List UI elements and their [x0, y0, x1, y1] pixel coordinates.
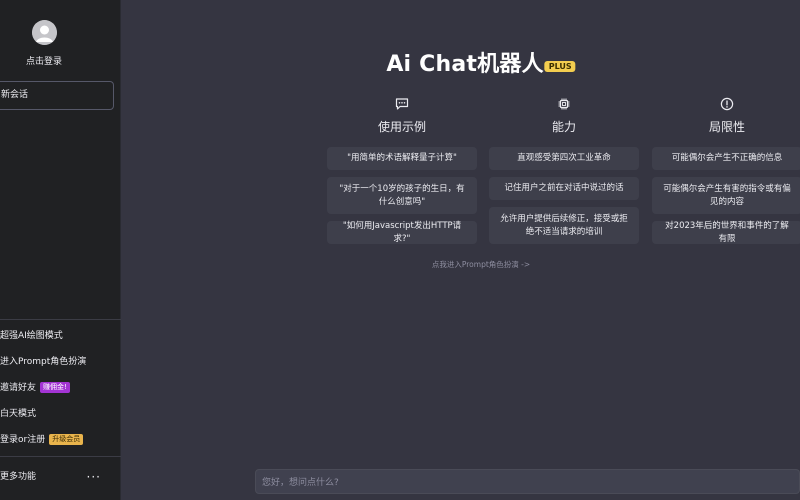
upgrade-badge: 升级会员: [49, 434, 84, 445]
example-card[interactable]: "如何用Javascript发出HTTP请求?": [327, 221, 477, 244]
example-card[interactable]: "对于一个10岁的孩子的生日，有什么创意吗": [327, 177, 477, 214]
sidebar-divider: [0, 319, 121, 320]
avatar[interactable]: [32, 20, 57, 45]
login-link[interactable]: 点击登录: [0, 54, 88, 67]
sidebar-item-label: 白天模式: [0, 409, 37, 419]
limitation-card: 可能偶尔会产生不正确的信息: [652, 147, 800, 170]
capability-card: 记住用户之前在对话中说过的话: [489, 177, 639, 200]
sidebar-item-label: 登录or注册: [0, 435, 46, 445]
limitation-card: 对2023年后的世界和事件的了解有限: [652, 221, 800, 244]
column-heading: 能力: [551, 120, 576, 134]
column-heading: 使用示例: [377, 120, 426, 134]
chat-bubble-icon: [327, 96, 477, 112]
limitation-card: 可能偶尔会产生有害的指令或有偏见的内容: [652, 177, 800, 214]
sidebar-item-label: 进入Prompt角色扮演: [0, 357, 87, 367]
column-capabilities: 能力 直观感受第四次工业革命 记住用户之前在对话中说过的话 允许用户提供后续修正…: [489, 96, 639, 244]
sidebar-item-more-features[interactable]: 更多功能 ···: [0, 467, 121, 487]
column-limitations: 局限性 可能偶尔会产生不正确的信息 可能偶尔会产生有害的指令或有偏见的内容 对2…: [652, 96, 800, 244]
main-panel: Ai Chat机器人 PLUS 使用示例 "用简单的术语解释量子计算" "对于一个…: [121, 0, 800, 500]
sidebar-item-label: 邀请好友: [0, 383, 37, 393]
sidebar-item-login-register[interactable]: 登录or注册 升级会员: [0, 430, 121, 450]
commission-badge: 赚佣金!: [40, 382, 70, 393]
chip-icon: [489, 96, 639, 112]
app-window: 点击登录 新会话 超强AI绘图模式 进入Prompt角色扮演 邀请好友 赚佣金! …: [0, 0, 800, 500]
chat-input-bar: [255, 469, 800, 495]
sidebar-divider: [0, 456, 121, 457]
plus-badge: PLUS: [544, 61, 576, 72]
column-heading: 局限性: [708, 120, 745, 134]
page-title: Ai Chat机器人 PLUS: [386, 46, 576, 78]
sidebar: 点击登录 新会话 超强AI绘图模式 进入Prompt角色扮演 邀请好友 赚佣金! …: [0, 0, 121, 500]
capability-card: 直观感受第四次工业革命: [489, 147, 639, 170]
sidebar-item-ai-drawing[interactable]: 超强AI绘图模式: [0, 326, 121, 346]
prompt-roleplay-link[interactable]: 点我进入Prompt角色扮演 ->: [432, 259, 530, 270]
user-avatar-icon: [32, 20, 57, 45]
chat-input[interactable]: [256, 471, 799, 495]
capability-card: 允许用户提供后续修正，接受或拒绝不适当请求的培训: [489, 207, 639, 244]
column-examples: 使用示例 "用简单的术语解释量子计算" "对于一个10岁的孩子的生日，有什么创意…: [327, 96, 477, 244]
more-icon[interactable]: ···: [87, 467, 101, 487]
page-title-text: Ai Chat机器人: [386, 52, 544, 77]
sidebar-item-prompt-roleplay[interactable]: 进入Prompt角色扮演: [0, 352, 121, 372]
new-chat-button[interactable]: 新会话: [0, 81, 114, 110]
example-card[interactable]: "用简单的术语解释量子计算": [327, 147, 477, 170]
sidebar-item-label: 更多功能: [0, 472, 37, 482]
alert-circle-icon: [652, 96, 800, 112]
sidebar-item-label: 超强AI绘图模式: [0, 331, 63, 341]
sidebar-item-invite-friends[interactable]: 邀请好友 赚佣金!: [0, 378, 121, 398]
sidebar-item-day-mode[interactable]: 白天模式: [0, 404, 121, 424]
